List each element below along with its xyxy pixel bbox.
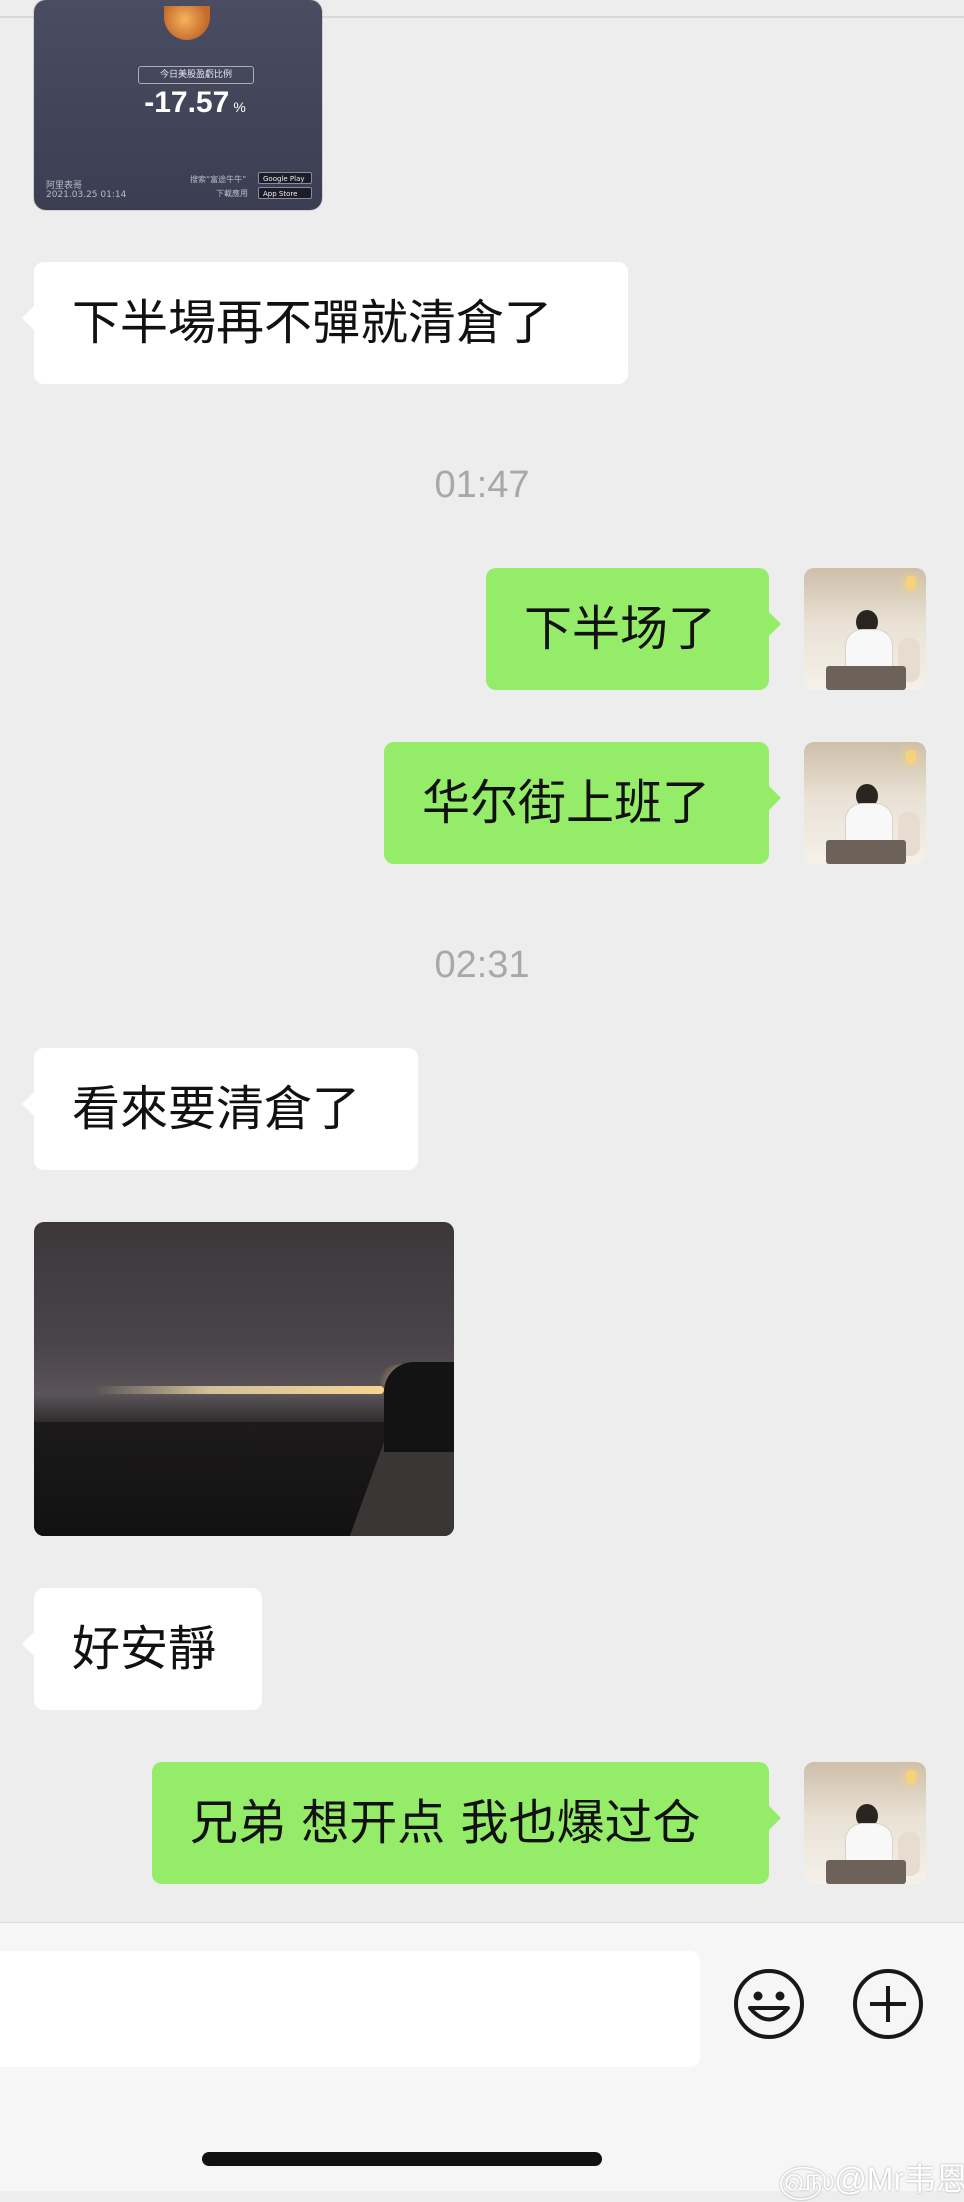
photo-trees: [384, 1362, 454, 1452]
input-bar: [0, 1922, 964, 2191]
message-text: 下半场了: [524, 601, 717, 657]
message-text: 看來要清倉了: [72, 1081, 361, 1137]
card-search-text: 搜索“富途牛牛”: [190, 175, 247, 184]
desk-shape: [826, 666, 906, 690]
avatar[interactable]: [804, 742, 926, 864]
message-bubble-outgoing[interactable]: 华尔街上班了: [384, 742, 781, 864]
message-bubble-outgoing[interactable]: 下半场了: [486, 568, 781, 690]
message-bubble-incoming[interactable]: 下半場再不彈就清倉了: [22, 262, 628, 384]
timestamp: 01:47: [434, 464, 530, 506]
message-bubble-incoming[interactable]: 好安靜: [22, 1588, 262, 1710]
watermark: ௵@Mr韦恩: [778, 2154, 964, 2202]
card-download-text: 下載應用: [216, 189, 248, 198]
photo-message[interactable]: [34, 1222, 454, 1536]
lamp-shape: [906, 576, 916, 590]
shared-pnl-card[interactable]: 今日美股盈虧比例 -17.57% 阿里表哥 2021.03.25 01:14 搜…: [34, 0, 322, 210]
emoji-icon: [734, 1969, 804, 2039]
desk-shape: [826, 1860, 906, 1884]
message-text: 下半場再不彈就清倉了: [72, 295, 553, 351]
lamp-shape: [906, 750, 916, 764]
desk-shape: [826, 840, 906, 864]
google-play-badge: Google Play: [258, 172, 312, 184]
weibo-icon: ௵: [778, 2161, 835, 2197]
message-text: 兄弟 想开点 我也爆过仓: [190, 1795, 701, 1851]
watermark-text: @Mr韦恩: [834, 2161, 964, 2197]
home-indicator: [202, 2152, 602, 2166]
emoji-button[interactable]: [732, 1967, 806, 2041]
plus-icon: [853, 1969, 923, 2039]
message-text: 华尔街上班了: [422, 775, 711, 831]
message-input[interactable]: [0, 1951, 700, 2067]
card-badge: 今日美股盈虧比例: [138, 66, 254, 84]
more-button[interactable]: [851, 1967, 925, 2041]
card-date: 2021.03.25 01:14: [46, 190, 127, 200]
message-bubble-incoming[interactable]: 看來要清倉了: [22, 1048, 418, 1170]
message-bubble-outgoing[interactable]: 兄弟 想开点 我也爆过仓: [152, 1762, 781, 1884]
card-percentage: -17.57%: [120, 86, 270, 120]
mascot-graphic: [164, 6, 210, 40]
message-text: 好安靜: [72, 1621, 217, 1677]
app-store-badge: App Store: [258, 187, 312, 199]
timestamp: 02:31: [434, 944, 530, 986]
card-value: -17.57: [144, 86, 230, 119]
avatar[interactable]: [804, 568, 926, 690]
lamp-shape: [906, 1770, 916, 1784]
card-unit: %: [233, 99, 246, 115]
avatar[interactable]: [804, 1762, 926, 1884]
photo-distant-lights: [94, 1386, 384, 1394]
